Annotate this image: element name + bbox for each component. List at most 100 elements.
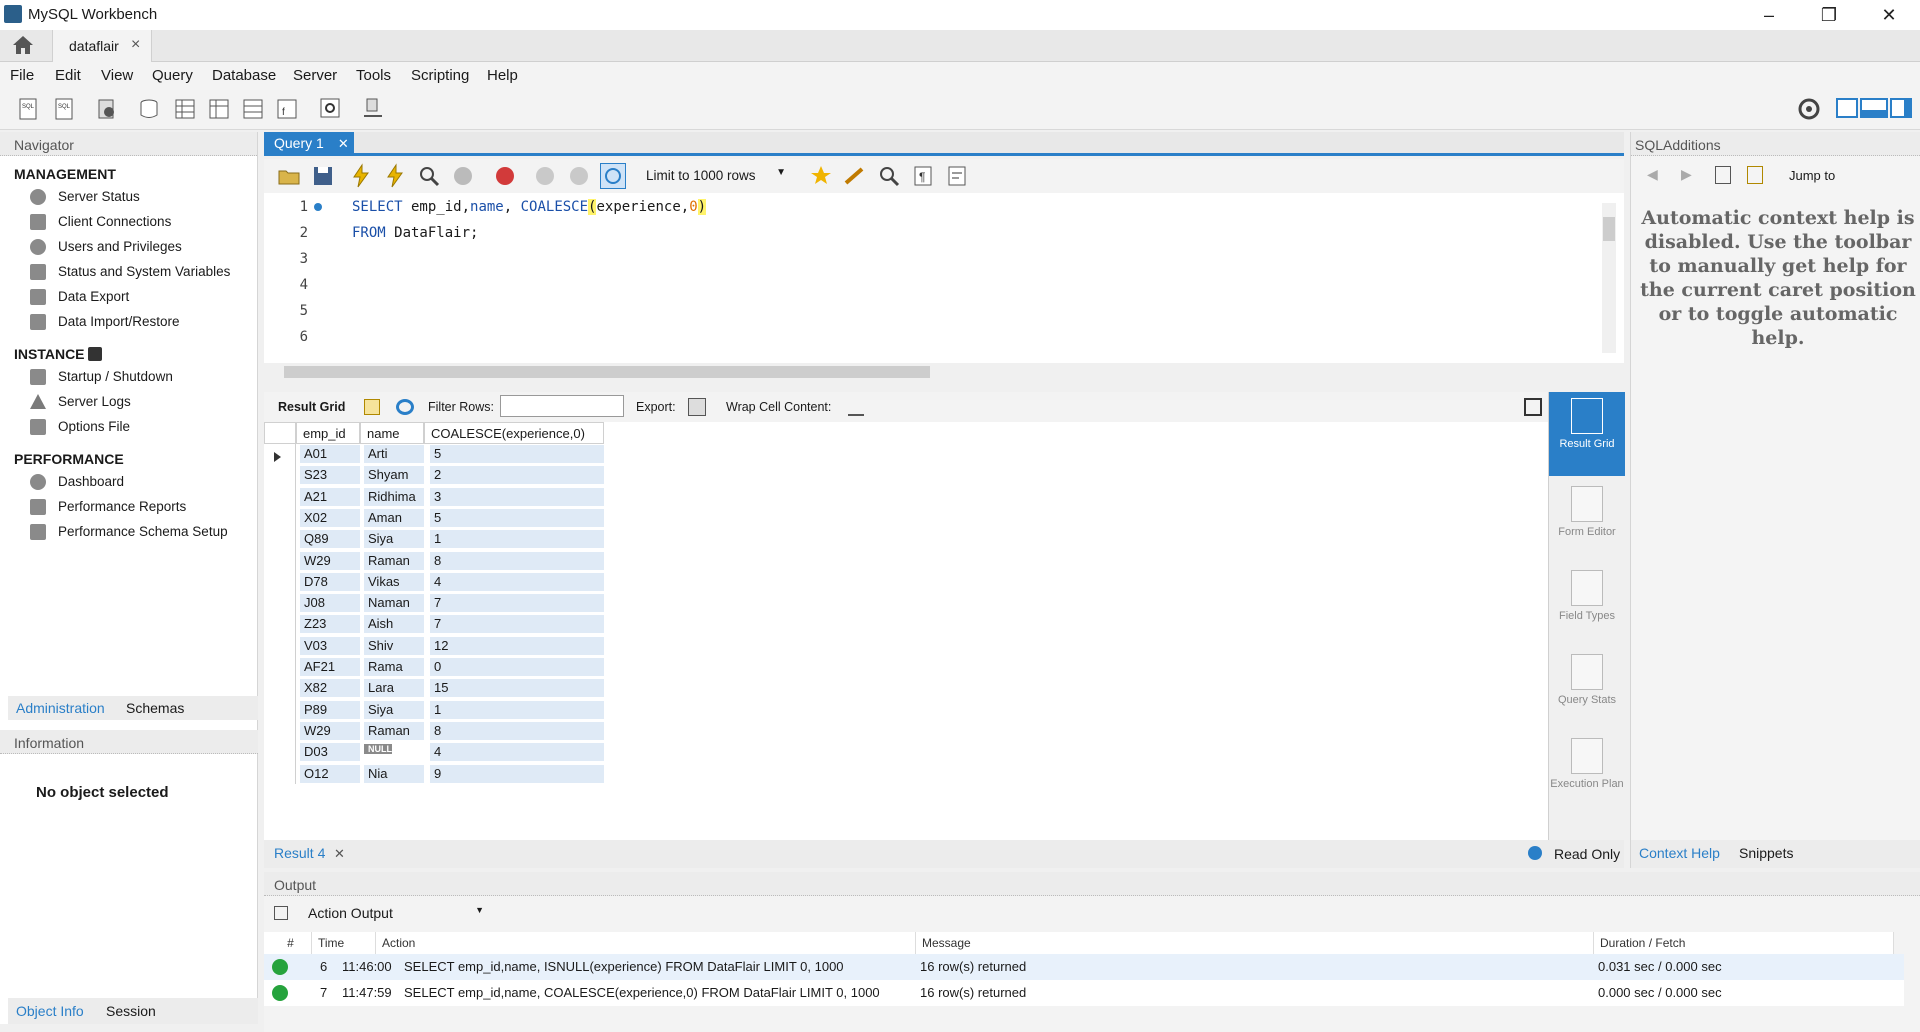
table-cell[interactable]: Q89 <box>300 530 360 549</box>
export-icon[interactable] <box>688 398 706 416</box>
menu-scripting[interactable]: Scripting <box>411 67 469 84</box>
table-cell[interactable]: 4 <box>430 743 604 762</box>
beautify-icon[interactable] <box>842 163 868 189</box>
output-row[interactable]: 7 11:47:59 SELECT emp_id,name, COALESCE(… <box>264 980 1904 1006</box>
table-cell[interactable]: X82 <box>300 679 360 698</box>
nav-performance-schema-setup[interactable]: Performance Schema Setup <box>0 519 257 544</box>
table-cell[interactable]: 5 <box>430 508 604 527</box>
nav-status-variables[interactable]: Status and System Variables <box>0 259 257 284</box>
preferences-gear-icon[interactable] <box>1796 96 1822 122</box>
col-coalesce[interactable]: COALESCE(experience,0) <box>424 422 604 444</box>
table-cell[interactable]: Siya <box>364 700 424 719</box>
table-cell[interactable]: Z23 <box>300 615 360 634</box>
output-row[interactable]: 6 11:46:00 SELECT emp_id,name, ISNULL(ex… <box>264 954 1904 980</box>
toggle-secondary-sidebar-icon[interactable] <box>1890 98 1912 118</box>
table-cell[interactable]: 5 <box>430 445 604 463</box>
create-function-icon[interactable]: f <box>274 96 300 122</box>
table-cell[interactable]: Raman <box>364 551 424 570</box>
table-cell[interactable]: NULL <box>364 744 392 755</box>
tab-dataflair[interactable]: dataflair × <box>52 30 152 62</box>
search-table-data-icon[interactable] <box>318 96 344 122</box>
create-schema-icon[interactable] <box>136 96 162 122</box>
table-cell[interactable]: Arti <box>364 445 424 463</box>
table-cell[interactable]: AF21 <box>300 658 360 676</box>
close-window-button[interactable]: ✕ <box>1866 2 1912 28</box>
minimize-button[interactable]: – <box>1746 2 1792 28</box>
table-cell[interactable]: 4 <box>430 572 604 591</box>
nav-dashboard[interactable]: Dashboard <box>0 469 257 494</box>
stop-icon[interactable] <box>450 163 476 189</box>
commit-icon[interactable] <box>532 163 558 189</box>
tab-query-1[interactable]: Query 1 ✕ <box>264 132 354 156</box>
table-cell[interactable]: Ridhima <box>364 487 424 506</box>
create-procedure-icon[interactable] <box>240 96 266 122</box>
table-row[interactable]: Q89 Siya 1 <box>264 529 604 551</box>
invisible-chars-icon[interactable]: ¶ <box>910 163 936 189</box>
close-result-tab-icon[interactable]: ✕ <box>334 846 345 862</box>
table-cell[interactable]: Naman <box>364 594 424 613</box>
form-editor-button[interactable]: Form Editor <box>1549 486 1625 538</box>
forward-icon[interactable]: ▶ <box>1681 166 1692 183</box>
table-cell[interactable]: 3 <box>430 487 604 506</box>
table-cell[interactable]: P89 <box>300 700 360 719</box>
table-cell[interactable]: 1 <box>430 700 604 719</box>
table-row[interactable]: A01 Arti 5 <box>264 444 604 466</box>
table-cell[interactable]: Vikas <box>364 572 424 591</box>
menu-database[interactable]: Database <box>212 67 276 84</box>
table-row[interactable]: X02 Aman 5 <box>264 508 604 529</box>
filter-rows-input[interactable] <box>500 395 624 417</box>
open-folder-icon[interactable] <box>276 163 302 189</box>
close-query-tab-icon[interactable]: ✕ <box>338 136 349 151</box>
table-cell[interactable]: J08 <box>300 594 360 613</box>
tab-session[interactable]: Session <box>106 1003 156 1019</box>
add-snippet-star-icon[interactable] <box>808 163 834 189</box>
table-row[interactable]: A21 Ridhima 3 <box>264 486 604 508</box>
table-cell[interactable]: 15 <box>430 679 604 698</box>
save-icon[interactable] <box>310 163 336 189</box>
nav-performance-reports[interactable]: Performance Reports <box>0 494 257 519</box>
menu-server[interactable]: Server <box>293 67 337 84</box>
table-cell[interactable]: A21 <box>300 487 360 506</box>
new-sql-tab-icon[interactable]: SQL <box>16 96 42 122</box>
table-cell[interactable]: Aish <box>364 615 424 634</box>
table-cell[interactable]: X02 <box>300 508 360 527</box>
table-cell[interactable]: D78 <box>300 572 360 591</box>
explain-icon[interactable] <box>416 163 442 189</box>
nav-server-status[interactable]: Server Status <box>0 184 257 209</box>
editor-vertical-scrollbar[interactable] <box>1602 203 1616 353</box>
menu-help[interactable]: Help <box>487 67 518 84</box>
manual-help-icon[interactable] <box>1715 166 1731 184</box>
menu-tools[interactable]: Tools <box>356 67 391 84</box>
table-cell[interactable]: Siya <box>364 530 424 549</box>
table-row[interactable]: O12 Nia 9 <box>264 764 604 785</box>
table-cell[interactable]: 0 <box>430 658 604 676</box>
editor-horizontal-scrollbar[interactable] <box>264 363 1604 381</box>
grid-view-icon[interactable] <box>364 399 380 415</box>
table-row[interactable]: X82 Lara 15 <box>264 678 604 699</box>
create-view-icon[interactable] <box>206 96 232 122</box>
table-cell[interactable]: V03 <box>300 636 360 655</box>
wrap-cell-icon[interactable] <box>848 398 864 416</box>
table-cell[interactable]: Aman <box>364 508 424 527</box>
table-cell[interactable]: 9 <box>430 764 604 783</box>
jump-to-select[interactable]: Jump to <box>1789 168 1835 183</box>
nav-users-privileges[interactable]: Users and Privileges <box>0 234 257 259</box>
table-row[interactable]: W29 Raman 8 <box>264 551 604 572</box>
table-row[interactable]: Z23 Aish 7 <box>264 614 604 636</box>
wrap-lines-icon[interactable] <box>944 163 970 189</box>
tab-administration[interactable]: Administration <box>16 700 105 716</box>
table-row[interactable]: V03 Shiv 12 <box>264 636 604 657</box>
nav-server-logs[interactable]: Server Logs <box>0 389 257 414</box>
result-grid-button[interactable]: Result Grid <box>1549 392 1625 476</box>
maximize-button[interactable]: ❐ <box>1806 2 1852 28</box>
tab-object-info[interactable]: Object Info <box>16 1003 84 1019</box>
rollback-icon[interactable] <box>566 163 592 189</box>
table-row[interactable]: P89 Siya 1 <box>264 699 604 721</box>
table-cell[interactable]: D03 <box>300 743 360 762</box>
table-cell[interactable]: 8 <box>430 551 604 570</box>
table-cell[interactable]: 7 <box>430 594 604 613</box>
table-cell[interactable]: Raman <box>364 721 424 740</box>
menu-edit[interactable]: Edit <box>55 67 81 84</box>
toggle-output-icon[interactable] <box>1860 98 1888 118</box>
table-cell[interactable]: Shiv <box>364 636 424 655</box>
